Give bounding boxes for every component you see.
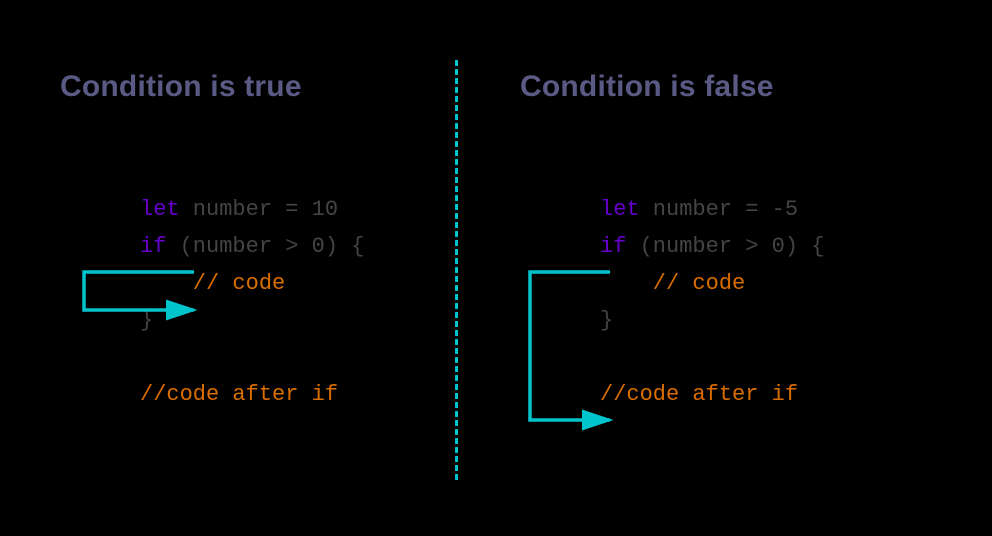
code-text: number = -5 xyxy=(640,197,798,222)
keyword-let: let xyxy=(140,197,180,222)
diagram-root: Condition is true let number = 10 if (nu… xyxy=(0,0,992,536)
panel-condition-false: Condition is false let number = -5 if (n… xyxy=(520,70,940,450)
comment-after: //code after if xyxy=(140,382,338,407)
code-block-true: let number = 10 if (number > 0) { // cod… xyxy=(60,154,440,450)
comment-after: //code after if xyxy=(600,382,798,407)
brace-close: } xyxy=(600,308,613,333)
panel-condition-true: Condition is true let number = 10 if (nu… xyxy=(60,70,440,450)
code-text: (number > 0) { xyxy=(166,234,364,259)
code-line: let number = -5 xyxy=(600,197,798,222)
code-text: number = 10 xyxy=(180,197,338,222)
code-block-false: let number = -5 if (number > 0) { // cod… xyxy=(520,154,940,450)
divider-line xyxy=(455,60,458,480)
keyword-if: if xyxy=(600,234,626,259)
keyword-if: if xyxy=(140,234,166,259)
heading-true: Condition is true xyxy=(60,70,440,104)
keyword-let: let xyxy=(600,197,640,222)
heading-false: Condition is false xyxy=(520,70,940,104)
comment-inside: // code xyxy=(600,271,745,296)
code-line: if (number > 0) { xyxy=(600,234,824,259)
brace-close: } xyxy=(140,308,153,333)
code-text: (number > 0) { xyxy=(626,234,824,259)
code-line: if (number > 0) { xyxy=(140,234,364,259)
code-line: let number = 10 xyxy=(140,197,338,222)
comment-inside: // code xyxy=(140,271,285,296)
